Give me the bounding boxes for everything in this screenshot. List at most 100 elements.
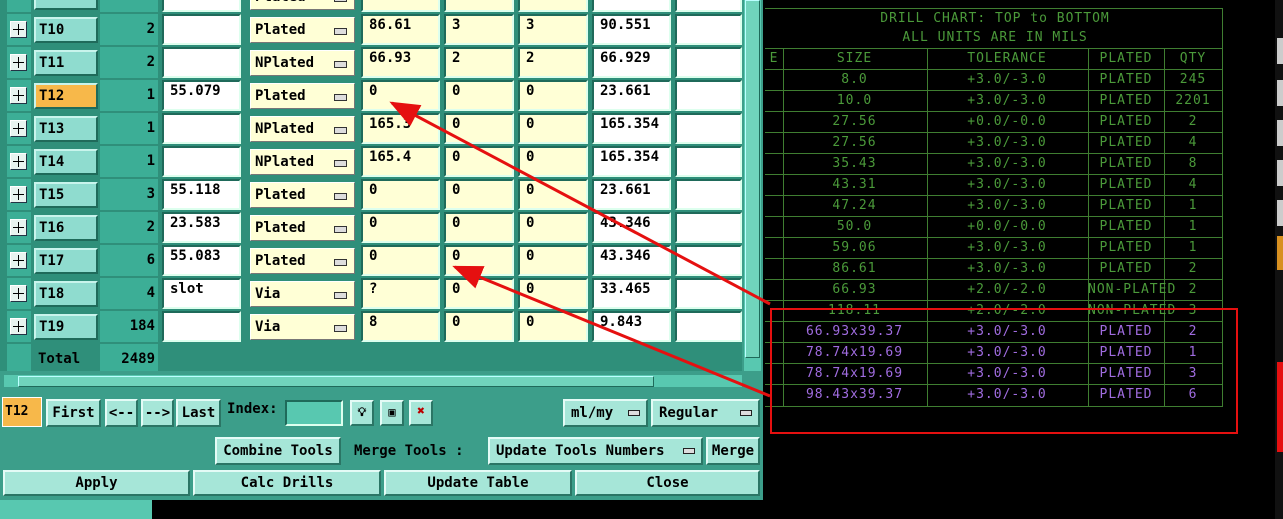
field-2[interactable]: 0 [444, 179, 514, 210]
field-1[interactable]: 86.61 [361, 14, 440, 45]
expand-icon[interactable] [10, 87, 27, 104]
diameter-field[interactable]: 55.118 [162, 179, 241, 210]
field-2[interactable]: 0 [444, 212, 514, 243]
tool-name[interactable]: T14 [34, 149, 98, 175]
field-5[interactable] [675, 212, 742, 243]
field-4[interactable] [592, 0, 671, 12]
expand-icon[interactable] [10, 186, 27, 203]
prev-button[interactable]: <-- [105, 399, 138, 427]
field-2[interactable]: 2 [444, 47, 514, 78]
combine-tools-button[interactable]: Combine Tools [215, 437, 341, 465]
field-5[interactable] [675, 113, 742, 144]
field-5[interactable] [675, 80, 742, 111]
field-3[interactable]: 2 [518, 47, 588, 78]
mode-select[interactable]: Regular [651, 399, 760, 427]
field-4[interactable]: 165.354 [592, 113, 671, 144]
field-5[interactable] [675, 278, 742, 309]
vertical-scrollbar[interactable] [744, 0, 761, 371]
plating-select[interactable]: Plated [250, 215, 355, 241]
field-2[interactable]: 0 [444, 278, 514, 309]
field-3[interactable]: 0 [518, 80, 588, 111]
tool-name[interactable]: T18 [34, 281, 98, 307]
edge-button[interactable] [1277, 80, 1283, 106]
plating-select[interactable]: Via [250, 281, 355, 307]
units-select[interactable]: ml/my [563, 399, 648, 427]
update-table-button[interactable]: Update Table [384, 470, 572, 496]
field-1[interactable]: 66.93 [361, 47, 440, 78]
field-1[interactable]: 0 [361, 179, 440, 210]
field-5[interactable] [675, 0, 742, 12]
field-5[interactable] [675, 311, 742, 342]
field-5[interactable] [675, 146, 742, 177]
field-5[interactable] [675, 245, 742, 276]
field-1[interactable] [361, 0, 440, 12]
first-button[interactable]: First [46, 399, 101, 427]
edge-button[interactable] [1277, 160, 1283, 186]
expand-icon[interactable] [10, 285, 27, 302]
plating-select[interactable]: Plated [250, 83, 355, 109]
field-5[interactable] [675, 179, 742, 210]
tool-name[interactable]: T15 [34, 182, 98, 208]
tool-name[interactable]: T12 [34, 83, 98, 109]
edge-button[interactable] [1277, 38, 1283, 64]
field-1[interactable]: ? [361, 278, 440, 309]
diameter-field[interactable] [162, 14, 241, 45]
diameter-field[interactable] [162, 146, 241, 177]
last-button[interactable]: Last [176, 399, 221, 427]
field-3[interactable]: 0 [518, 179, 588, 210]
scrollbar-thumb[interactable] [18, 376, 654, 387]
diameter-field[interactable] [162, 311, 241, 342]
tool-name[interactable]: T10 [34, 17, 98, 43]
plating-select[interactable]: NPlated [250, 116, 355, 142]
merge-button[interactable]: Merge [706, 437, 760, 465]
expand-icon[interactable] [10, 219, 27, 236]
field-1[interactable]: 165.4 [361, 146, 440, 177]
diameter-field[interactable] [162, 0, 241, 12]
field-1[interactable]: 165.3 [361, 113, 440, 144]
diameter-field[interactable]: 55.083 [162, 245, 241, 276]
field-4[interactable]: 23.661 [592, 179, 671, 210]
diameter-field[interactable]: 23.583 [162, 212, 241, 243]
field-3[interactable]: 0 [518, 278, 588, 309]
field-2[interactable]: 0 [444, 146, 514, 177]
field-1[interactable]: 8 [361, 311, 440, 342]
field-1[interactable]: 0 [361, 212, 440, 243]
expand-icon[interactable] [10, 252, 27, 269]
close-button[interactable]: Close [575, 470, 760, 496]
field-4[interactable]: 33.465 [592, 278, 671, 309]
field-4[interactable]: 9.843 [592, 311, 671, 342]
apply-button[interactable]: Apply [3, 470, 190, 496]
field-5[interactable] [675, 14, 742, 45]
tool-name[interactable]: T13 [34, 116, 98, 142]
field-3[interactable]: 0 [518, 113, 588, 144]
tool-name[interactable] [34, 0, 98, 10]
field-3[interactable]: 0 [518, 212, 588, 243]
field-2[interactable] [444, 0, 514, 12]
expand-icon[interactable] [10, 21, 27, 38]
field-4[interactable]: 43.346 [592, 212, 671, 243]
field-1[interactable]: 0 [361, 245, 440, 276]
expand-icon[interactable] [10, 120, 27, 137]
tool-name[interactable]: T16 [34, 215, 98, 241]
tool-name[interactable]: T11 [34, 50, 98, 76]
plating-select[interactable]: Plated [250, 248, 355, 274]
field-4[interactable]: 43.346 [592, 245, 671, 276]
plating-select[interactable]: Via [250, 314, 355, 340]
field-5[interactable] [675, 47, 742, 78]
expand-icon[interactable] [10, 318, 27, 335]
field-3[interactable]: 0 [518, 245, 588, 276]
diameter-field[interactable] [162, 113, 241, 144]
field-3[interactable]: 0 [518, 146, 588, 177]
diameter-field[interactable]: slot [162, 278, 241, 309]
delete-icon[interactable]: ✖ [409, 400, 433, 426]
field-2[interactable]: 3 [444, 14, 514, 45]
diameter-field[interactable]: 55.079 [162, 80, 241, 111]
tool-name[interactable]: T19 [34, 314, 98, 340]
plating-select[interactable]: Plated [250, 0, 355, 10]
merge-option-select[interactable]: Update Tools Numbers [488, 437, 703, 465]
bulb-icon[interactable]: 💡︎ [350, 400, 374, 426]
edge-button[interactable] [1277, 200, 1283, 226]
plating-select[interactable]: Plated [250, 17, 355, 43]
field-4[interactable]: 23.661 [592, 80, 671, 111]
expand-icon[interactable] [10, 54, 27, 71]
